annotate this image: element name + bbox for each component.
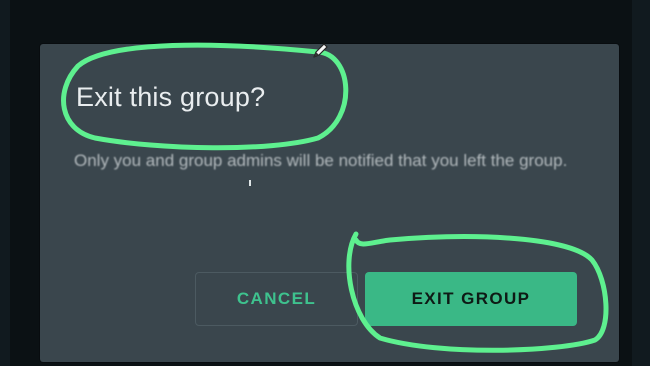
exit-group-dialog: Exit this group? Only you and group admi… xyxy=(40,44,619,362)
stray-mark xyxy=(249,180,251,186)
dialog-title: Exit this group? xyxy=(76,82,266,112)
pencil-icon xyxy=(313,43,328,58)
screen: Exit this group? Only you and group admi… xyxy=(0,0,650,366)
dialog-message: Only you and group admins will be notifi… xyxy=(74,151,568,170)
cancel-button[interactable]: CANCEL xyxy=(195,272,358,326)
backdrop-right xyxy=(632,0,650,366)
exit-group-button[interactable]: EXIT GROUP xyxy=(365,272,577,326)
backdrop-left xyxy=(0,0,10,366)
